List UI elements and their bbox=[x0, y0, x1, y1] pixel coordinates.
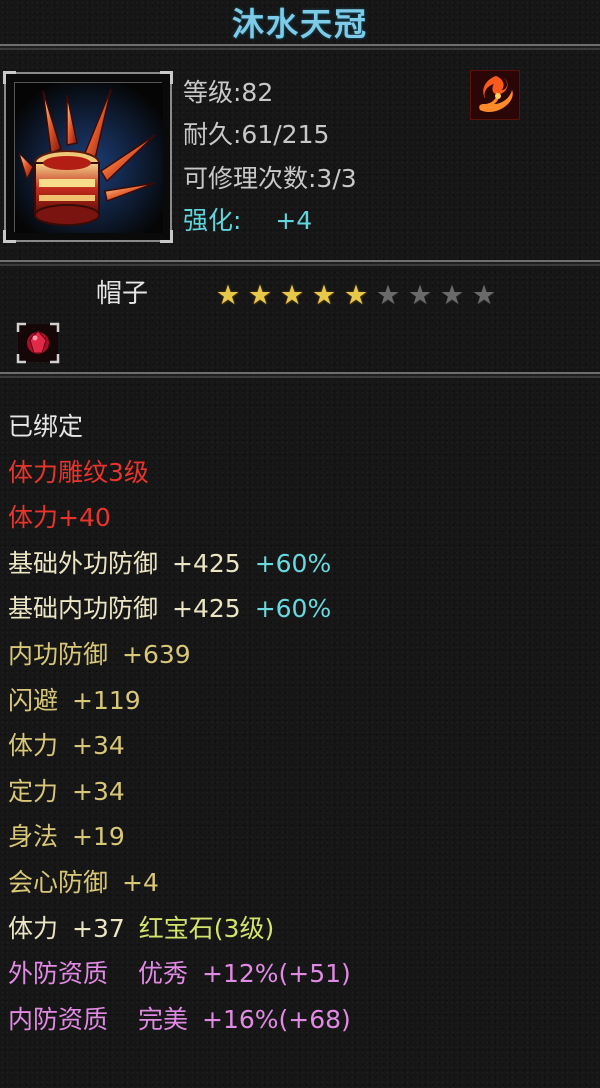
gem-line: 体力 +37 红宝石(3级) bbox=[8, 906, 351, 952]
item-repair-count: 可修理次数:3/3 bbox=[183, 164, 357, 193]
item-type: 帽子 bbox=[96, 279, 149, 309]
property-label: 定力 bbox=[8, 776, 59, 806]
list-item: 基础内功防御 +425 +60% bbox=[8, 586, 351, 632]
item-icon bbox=[14, 82, 163, 233]
item-tooltip-panel: 沐水天冠 等级:82 耐久:61/215 可修理次数:3/3 强化: +4 帽子… bbox=[0, 0, 600, 1088]
list-item: 基础外功防御 +425 +60% bbox=[8, 541, 351, 587]
property-value: +19 bbox=[72, 822, 125, 852]
property-value: +425 bbox=[172, 594, 241, 624]
star-empty-icon: ★ bbox=[439, 280, 465, 311]
divider-top bbox=[0, 44, 600, 50]
list-item: 内功防御 +639 bbox=[8, 632, 351, 678]
item-enhance-value: +4 bbox=[275, 206, 313, 235]
quality-line: 内防资质 完美 +16%(+68) bbox=[8, 997, 351, 1043]
star-filled-icon: ★ bbox=[247, 280, 273, 311]
property-label: 内防资质 bbox=[8, 1004, 109, 1034]
property-value: +12%(+51) bbox=[202, 959, 351, 989]
property-percent: +60% bbox=[254, 594, 332, 624]
property-value: +4 bbox=[122, 867, 159, 897]
property-value: +119 bbox=[72, 685, 141, 715]
property-value: +425 bbox=[172, 548, 241, 578]
star-rating: ★ ★ ★ ★ ★ ★ ★ ★ ★ bbox=[212, 282, 500, 310]
item-enhance-label: 强化: bbox=[183, 206, 242, 235]
property-list: 已绑定 体力雕纹3级 体力+40 基础外功防御 +425 +60% 基础内功防御 +4… bbox=[8, 404, 351, 1042]
star-filled-icon: ★ bbox=[343, 280, 369, 311]
item-level: 等级:82 bbox=[183, 78, 274, 107]
engrave-bonus: 体力+40 bbox=[8, 503, 111, 533]
star-filled-icon: ★ bbox=[279, 280, 305, 311]
property-label: 外防资质 bbox=[8, 959, 109, 989]
quality-grade: 完美 bbox=[138, 1004, 189, 1034]
star-filled-icon: ★ bbox=[215, 280, 241, 311]
property-value: +16%(+68) bbox=[202, 1004, 351, 1034]
fire-swirl-icon bbox=[470, 70, 520, 120]
item-name: 沐水天冠 bbox=[231, 5, 368, 43]
property-percent: +60% bbox=[254, 548, 332, 578]
property-label: 身法 bbox=[8, 822, 59, 852]
crown-icon bbox=[15, 83, 163, 233]
list-item: 身法 +19 bbox=[8, 814, 351, 860]
star-empty-icon: ★ bbox=[471, 280, 497, 311]
quality-line: 外防资质 优秀 +12%(+51) bbox=[8, 951, 351, 997]
item-icon-frame bbox=[3, 71, 173, 243]
list-item: 定力 +34 bbox=[8, 769, 351, 815]
star-filled-icon: ★ bbox=[311, 280, 337, 311]
property-value: +34 bbox=[72, 776, 125, 806]
property-label: 体力 bbox=[8, 913, 59, 943]
gem-name: 红宝石(3级) bbox=[138, 913, 275, 943]
divider-mid bbox=[0, 260, 600, 266]
property-label: 会心防御 bbox=[8, 867, 109, 897]
property-label: 体力 bbox=[8, 731, 59, 761]
star-empty-icon: ★ bbox=[407, 280, 433, 311]
list-item: 会心防御 +4 bbox=[8, 860, 351, 906]
property-value: +34 bbox=[72, 731, 125, 761]
property-label: 基础内功防御 bbox=[8, 594, 159, 624]
list-item: 体力 +34 bbox=[8, 723, 351, 769]
property-label: 基础外功防御 bbox=[8, 548, 159, 578]
property-value: +37 bbox=[72, 913, 125, 943]
red-gem-slot-icon bbox=[16, 322, 60, 364]
property-label: 内功防御 bbox=[8, 639, 109, 669]
star-empty-icon: ★ bbox=[375, 280, 401, 311]
bound-status: 已绑定 bbox=[8, 412, 84, 441]
divider-bottom bbox=[0, 372, 600, 378]
property-label: 闪避 bbox=[8, 685, 59, 715]
engrave-line: 体力雕纹3级 bbox=[8, 457, 149, 487]
list-item: 闪避 +119 bbox=[8, 678, 351, 724]
property-value: +639 bbox=[122, 639, 191, 669]
item-enhance: 强化: +4 bbox=[183, 204, 312, 238]
item-durability: 耐久:61/215 bbox=[183, 120, 330, 149]
quality-grade: 优秀 bbox=[138, 959, 189, 989]
